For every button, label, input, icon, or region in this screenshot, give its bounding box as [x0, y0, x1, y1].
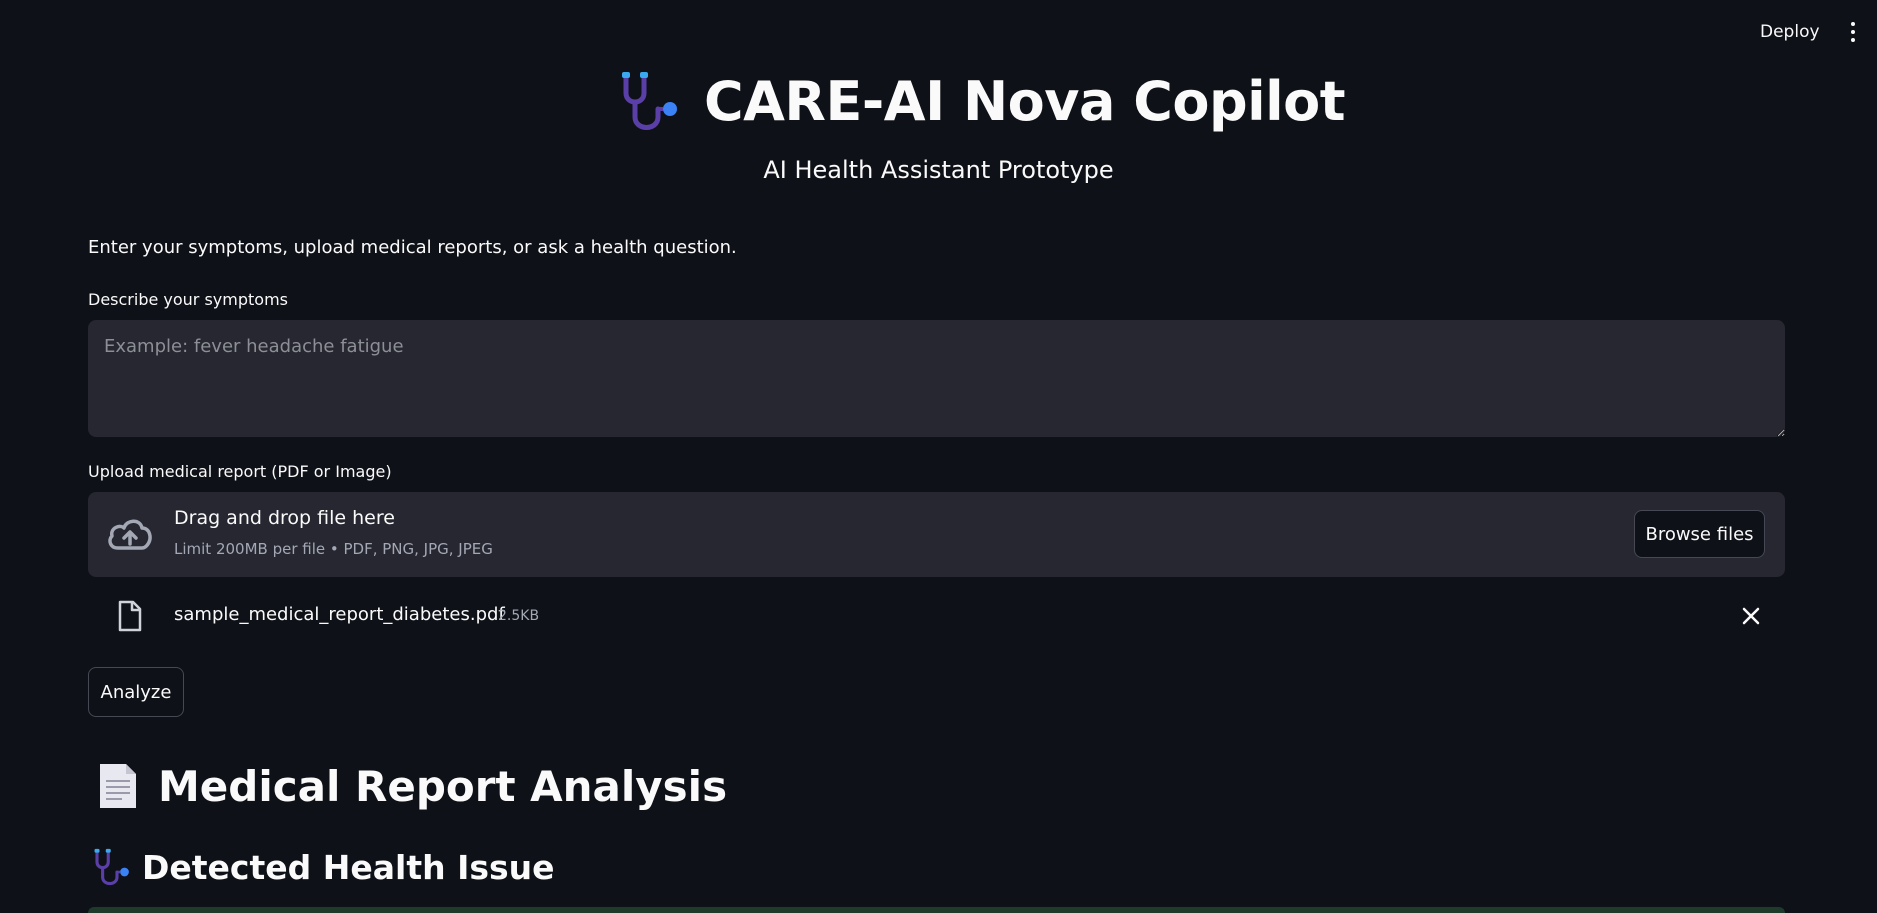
cloud-upload-icon — [108, 519, 152, 550]
intro-text: Enter your symptoms, upload medical repo… — [88, 237, 737, 258]
result-panel-edge — [88, 907, 1785, 913]
uploaded-file-row: sample_medical_report_diabetes.pdf 2.5KB — [88, 596, 1785, 636]
stethoscope-icon — [622, 72, 677, 130]
issue-section-heading: Detected Health Issue — [92, 844, 555, 890]
file-icon — [118, 600, 142, 632]
dropzone-limit-text: Limit 200MB per file • PDF, PNG, JPG, JP… — [174, 540, 493, 558]
uploaded-file-name: sample_medical_report_diabetes.pdf — [174, 604, 505, 625]
issue-section-title: Detected Health Issue — [142, 847, 555, 887]
stethoscope-icon — [94, 848, 129, 886]
top-bar: Deploy — [0, 0, 1877, 66]
page-subtitle: AI Health Assistant Prototype — [763, 156, 1114, 184]
hero-header: CARE-AI Nova Copilot — [0, 66, 1877, 136]
analyze-button[interactable]: Analyze — [88, 667, 184, 717]
kebab-menu-icon[interactable] — [1846, 22, 1860, 46]
browse-files-button[interactable]: Browse files — [1634, 510, 1765, 558]
upload-label: Upload medical report (PDF or Image) — [88, 462, 392, 481]
file-dropzone[interactable]: Drag and drop file here Limit 200MB per … — [88, 492, 1785, 577]
uploaded-file-size: 2.5KB — [498, 608, 540, 624]
report-section-heading: Medical Report Analysis — [96, 756, 727, 816]
symptoms-input[interactable] — [88, 320, 1785, 437]
close-icon[interactable] — [1741, 606, 1761, 626]
deploy-button[interactable]: Deploy — [1760, 22, 1820, 42]
report-section-title: Medical Report Analysis — [158, 761, 728, 811]
symptoms-label: Describe your symptoms — [88, 290, 288, 309]
document-icon — [100, 764, 136, 808]
page-title: CARE-AI Nova Copilot — [704, 69, 1346, 133]
dropzone-title: Drag and drop file here — [174, 507, 395, 529]
